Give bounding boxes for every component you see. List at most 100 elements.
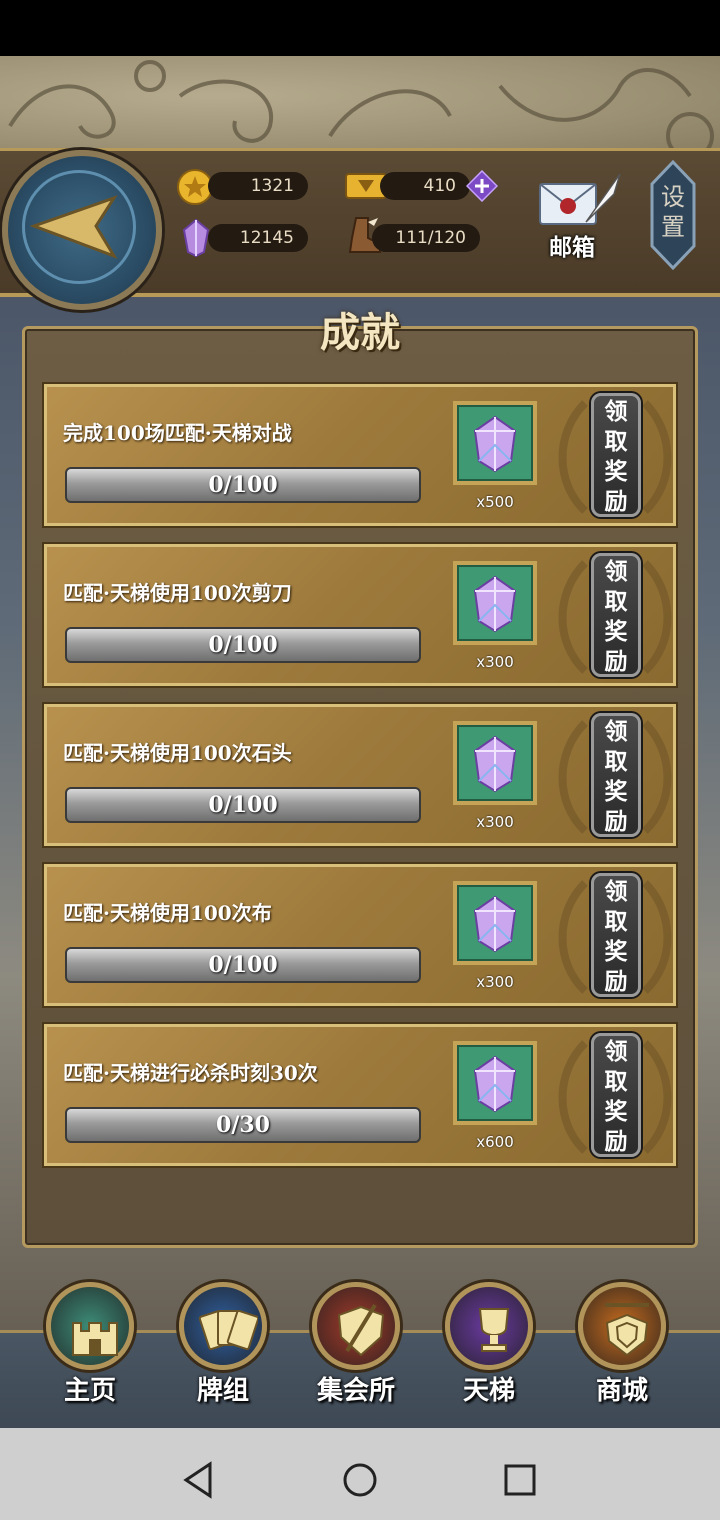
progress-bar: 0/30 bbox=[65, 1107, 421, 1143]
ticket-count: 410 bbox=[380, 172, 470, 200]
progress-text: 0/100 bbox=[208, 952, 278, 978]
nav-item-shield-sword[interactable]: 集会所 bbox=[308, 1282, 408, 1422]
settings-label: 设置 bbox=[661, 183, 685, 241]
claim-label-char: 奖 bbox=[604, 459, 628, 485]
claim-label-char: 领 bbox=[604, 719, 628, 745]
reward-crystal bbox=[453, 401, 537, 485]
add-ticket-icon[interactable] bbox=[465, 169, 499, 206]
claim-label-char: 取 bbox=[604, 749, 628, 775]
system-recents-icon[interactable] bbox=[500, 1460, 540, 1500]
system-home-icon[interactable] bbox=[340, 1460, 380, 1500]
nav-item-shop-sign[interactable]: 商城 bbox=[574, 1282, 674, 1422]
nav-icon-circle bbox=[179, 1282, 267, 1370]
nav-item-trophy[interactable]: 天梯 bbox=[441, 1282, 541, 1422]
stamina-count: 111/120 bbox=[372, 224, 480, 252]
nav-icon-circle bbox=[578, 1282, 666, 1370]
reward-quantity: x600 bbox=[476, 1133, 514, 1151]
system-nav-bar bbox=[0, 1428, 720, 1520]
achievement-title: 匹配·天梯使用100次剪刀 bbox=[63, 581, 292, 605]
claim-label-char: 领 bbox=[604, 559, 628, 585]
achievement-card: 匹配·天梯进行必杀时刻30次 0/30 x600 领取奖励 bbox=[44, 1024, 676, 1166]
achievement-card: 匹配·天梯使用100次布 0/100 x300 领取奖励 bbox=[44, 864, 676, 1006]
claim-label-char: 取 bbox=[604, 909, 628, 935]
shop-sign-icon bbox=[605, 1303, 649, 1357]
mailbox-button[interactable]: 邮箱 bbox=[536, 170, 624, 261]
castle-icon bbox=[72, 1322, 118, 1356]
reward-quantity: x300 bbox=[476, 813, 514, 831]
crystal-icon bbox=[473, 415, 517, 473]
progress-bar: 0/100 bbox=[65, 787, 421, 823]
claim-reward-button[interactable]: 领取奖励 bbox=[591, 873, 641, 997]
achievement-title: 匹配·天梯使用100次石头 bbox=[63, 741, 292, 765]
nav-label: 主页 bbox=[63, 1376, 116, 1406]
claim-label-char: 励 bbox=[604, 969, 628, 995]
progress-text: 0/100 bbox=[208, 472, 278, 498]
mail-label: 邮箱 bbox=[549, 235, 595, 261]
achievement-card: 匹配·天梯使用100次剪刀 0/100 x300 领取奖励 bbox=[44, 544, 676, 686]
achievement-title: 完成100场匹配·天梯对战 bbox=[63, 421, 292, 445]
claim-label-char: 领 bbox=[604, 1039, 628, 1065]
cards-icon bbox=[198, 1309, 258, 1351]
nav-item-castle[interactable]: 主页 bbox=[42, 1282, 142, 1422]
nav-label: 牌组 bbox=[196, 1376, 249, 1406]
achievement-card: 匹配·天梯使用100次石头 0/100 x300 领取奖励 bbox=[44, 704, 676, 846]
claim-label-char: 励 bbox=[604, 649, 628, 675]
back-arrow-icon bbox=[30, 195, 118, 259]
claim-label-char: 取 bbox=[604, 429, 628, 455]
claim-label-char: 励 bbox=[604, 1129, 628, 1155]
settings-button[interactable]: 设置 bbox=[650, 160, 696, 270]
progress-bar: 0/100 bbox=[65, 627, 421, 663]
progress-text: 0/100 bbox=[208, 632, 278, 658]
crystal-icon bbox=[473, 1055, 517, 1113]
claim-reward-button[interactable]: 领取奖励 bbox=[591, 1033, 641, 1157]
reward-crystal bbox=[453, 721, 537, 805]
claim-label-char: 取 bbox=[604, 589, 628, 615]
claim-label-char: 奖 bbox=[604, 619, 628, 645]
reward-quantity: x500 bbox=[476, 493, 514, 511]
achievement-card: 完成100场匹配·天梯对战 0/100 x500 领取奖励 bbox=[44, 384, 676, 526]
nav-label: 天梯 bbox=[462, 1376, 515, 1406]
claim-label-char: 励 bbox=[604, 489, 628, 515]
nav-item-cards[interactable]: 牌组 bbox=[175, 1282, 275, 1422]
nav-icon-circle bbox=[312, 1282, 400, 1370]
claim-label-char: 奖 bbox=[604, 779, 628, 805]
reward-quantity: x300 bbox=[476, 653, 514, 671]
claim-reward-button[interactable]: 领取奖励 bbox=[591, 713, 641, 837]
crystal-icon bbox=[473, 735, 517, 793]
gold-count: 1321 bbox=[208, 172, 308, 200]
shield-sword-icon bbox=[337, 1303, 385, 1357]
nav-label: 商城 bbox=[595, 1376, 648, 1406]
nav-label: 集会所 bbox=[316, 1376, 395, 1406]
nav-icon-circle bbox=[46, 1282, 134, 1370]
nav-icon-circle bbox=[445, 1282, 533, 1370]
claim-label-char: 取 bbox=[604, 1069, 628, 1095]
reward-crystal bbox=[453, 881, 537, 965]
progress-text: 0/30 bbox=[216, 1112, 270, 1138]
system-back-icon[interactable] bbox=[180, 1460, 220, 1500]
progress-text: 0/100 bbox=[208, 792, 278, 818]
claim-reward-button[interactable]: 领取奖励 bbox=[591, 553, 641, 677]
reward-crystal bbox=[453, 561, 537, 645]
claim-label-char: 领 bbox=[604, 399, 628, 425]
ornate-background bbox=[0, 56, 720, 156]
reward-quantity: x300 bbox=[476, 973, 514, 991]
mail-envelope-icon bbox=[539, 173, 621, 225]
crystal-icon bbox=[473, 575, 517, 633]
progress-bar: 0/100 bbox=[65, 467, 421, 503]
reward-crystal bbox=[453, 1041, 537, 1125]
panel-title: 成就 bbox=[320, 310, 400, 356]
crystal-icon bbox=[473, 895, 517, 953]
claim-label-char: 领 bbox=[604, 879, 628, 905]
claim-label-char: 励 bbox=[604, 809, 628, 835]
claim-reward-button[interactable]: 领取奖励 bbox=[591, 393, 641, 517]
crystal-icon bbox=[182, 218, 210, 262]
crystal-count: 12145 bbox=[208, 224, 308, 252]
progress-bar: 0/100 bbox=[65, 947, 421, 983]
achievement-title: 匹配·天梯使用100次布 bbox=[63, 901, 272, 925]
back-button[interactable] bbox=[2, 150, 162, 310]
status-bar bbox=[0, 0, 720, 56]
trophy-icon bbox=[478, 1308, 510, 1352]
achievement-title: 匹配·天梯进行必杀时刻30次 bbox=[63, 1061, 318, 1085]
claim-label-char: 奖 bbox=[604, 939, 628, 965]
claim-label-char: 奖 bbox=[604, 1099, 628, 1125]
